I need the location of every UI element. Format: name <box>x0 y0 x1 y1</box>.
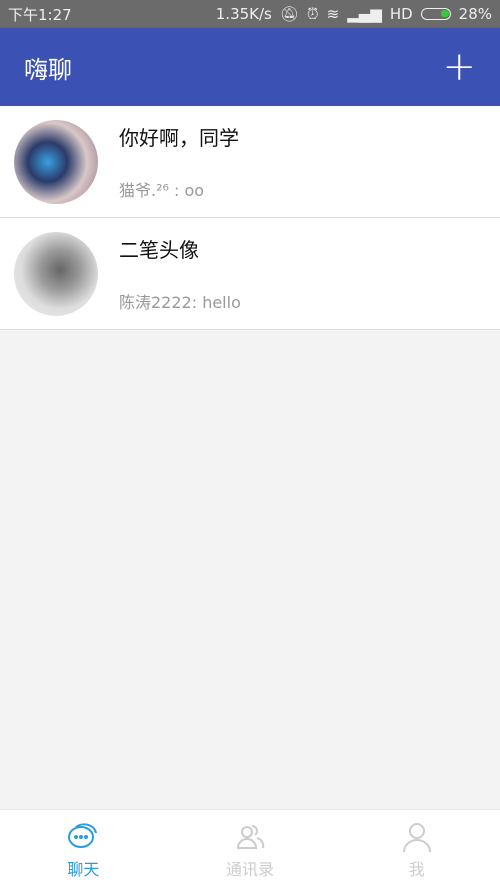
avatar <box>14 119 98 204</box>
signal-icon: ▂▄▆ <box>347 5 382 23</box>
wifi-icon: ≋ <box>326 5 340 23</box>
mute-icon: 🔕︎ <box>279 5 299 23</box>
tab-chat[interactable]: 聊天 <box>0 810 167 888</box>
avatar <box>14 231 98 316</box>
battery-percent: 28% <box>458 5 492 23</box>
last-message: 陈涛2222: hello <box>119 293 241 312</box>
tab-contacts[interactable]: 通讯录 <box>167 810 334 888</box>
add-button[interactable]: + <box>442 47 476 87</box>
conversation-name: 二笔头像 <box>119 238 199 262</box>
conversation-list: 你好啊，同学 猫爷.²⁶ : oo 二笔头像 陈涛2222: hello <box>0 106 500 330</box>
conversation-item[interactable]: 二笔头像 陈涛2222: hello <box>0 218 500 330</box>
network-speed: 1.35K/s <box>215 5 272 23</box>
status-time: 下午1:27 <box>8 5 72 24</box>
contacts-icon <box>236 825 265 849</box>
network-type: HD <box>389 5 413 23</box>
battery-icon <box>420 8 451 20</box>
app-bar: 嗨聊 + <box>0 28 500 106</box>
tab-label: 聊天 <box>67 860 100 879</box>
tab-me[interactable]: 我 <box>333 810 500 888</box>
conversation-item[interactable]: 你好啊，同学 猫爷.²⁶ : oo <box>0 106 500 218</box>
status-bar: 下午1:27 1.35K/s 🔕︎ ⏰︎ ≋ ▂▄▆ HD 28% <box>0 0 500 28</box>
last-message: 猫爷.²⁶ : oo <box>119 181 205 200</box>
conversation-name: 你好啊，同学 <box>119 126 239 150</box>
tab-label: 我 <box>408 860 425 879</box>
bottom-nav: 聊天 通讯录 我 <box>0 809 500 888</box>
app-title: 嗨聊 <box>24 55 72 84</box>
alarm-icon: ⏰︎ <box>306 5 319 23</box>
person-icon <box>402 823 431 853</box>
chat-icon <box>68 823 98 848</box>
tab-label: 通讯录 <box>226 860 275 879</box>
